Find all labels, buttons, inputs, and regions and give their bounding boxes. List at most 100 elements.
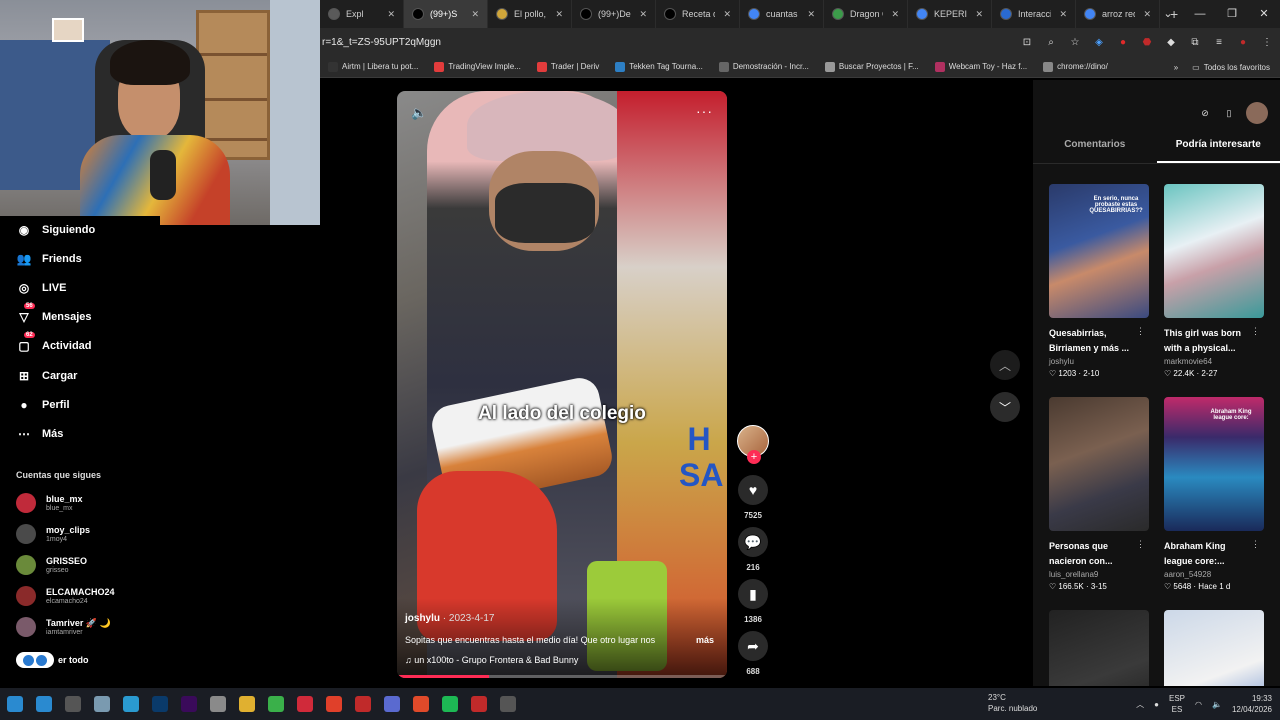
tab-close-icon[interactable]: ✕ (387, 9, 395, 20)
browser-tab[interactable]: Interacció ✕ (992, 0, 1076, 28)
following-account[interactable]: Tamriver 🚀 🌙 iamtamriver (16, 617, 111, 637)
card-menu-icon[interactable]: ⋮ (1136, 539, 1145, 550)
star-icon[interactable]: ☆ (1068, 37, 1082, 48)
bookmark-item[interactable]: TradingView Imple... (426, 61, 528, 72)
weather-widget[interactable]: 23°C Parc. nublado (988, 692, 1037, 714)
taskbar-app-icon[interactable] (203, 688, 232, 720)
tab-close-icon[interactable]: ✕ (471, 9, 479, 20)
heart-icon[interactable]: ♥ (738, 475, 768, 505)
menu-icon[interactable]: ⋮ (1260, 37, 1274, 48)
video-card[interactable]: Personas que nacieron con... ⋮ luis_orella… (1049, 397, 1149, 593)
taskbar-app-icon[interactable] (174, 688, 203, 720)
browser-tab[interactable]: arroz rede ✕ (1076, 0, 1160, 28)
taskbar-app-icon[interactable] (493, 688, 522, 720)
tab-close-icon[interactable]: ✕ (555, 9, 563, 20)
sidebar-item-siguiendo[interactable]: ◉ Siguiendo (16, 222, 95, 238)
bookmark-item[interactable]: Tekken Tag Tourna... (607, 61, 711, 72)
taskbar-app-icon[interactable] (261, 688, 290, 720)
zoom-icon[interactable]: ⌕ (1044, 37, 1058, 48)
all-bookmarks[interactable]: ▭ Todos los favoritos (1192, 63, 1270, 72)
taskbar-app-icon[interactable] (348, 688, 377, 720)
bookmark-item[interactable]: Trader | Deriv (529, 61, 607, 72)
tab-close-icon[interactable]: ✕ (1143, 9, 1151, 20)
video-thumbnail[interactable] (1049, 610, 1149, 686)
taskbar-app-icon[interactable] (406, 688, 435, 720)
card-menu-icon[interactable]: ⋮ (1251, 326, 1260, 337)
description-more-link[interactable]: más (696, 635, 714, 645)
extension-diamond-icon[interactable]: ◆ (1164, 37, 1178, 48)
wifi-icon[interactable]: ◠ (1195, 700, 1202, 709)
video-card[interactable] (1164, 610, 1264, 686)
video-music[interactable]: ♫ un x100to - Grupo Frontera & Bad Bunny (405, 655, 578, 665)
sidebar-item-perfil[interactable]: ● Perfil (16, 397, 69, 413)
browser-tab[interactable]: (99+)S ✕ (404, 0, 488, 28)
tray-app-icon[interactable]: ● (1154, 700, 1159, 709)
video-card[interactable] (1049, 610, 1149, 686)
card-menu-icon[interactable]: ⋮ (1136, 326, 1145, 337)
browser-tab[interactable]: Receta de ✕ (656, 0, 740, 28)
video-player[interactable]: H SA 🔈 ··· Al lado del colegio joshylu ·… (397, 91, 727, 678)
author-name[interactable]: joshylu (405, 613, 440, 624)
following-account[interactable]: blue_mx blue_mx (16, 493, 83, 513)
extension-red-icon[interactable]: ● (1116, 37, 1130, 48)
taskbar-app-icon[interactable] (29, 688, 58, 720)
sidebar-item-mensajes[interactable]: ▽ 56 Mensajes (16, 303, 92, 325)
dropdown-icon[interactable]: ⌄ (1152, 0, 1184, 28)
bookmark-icon[interactable]: ▮ (738, 579, 768, 609)
tab-close-icon[interactable]: ✕ (807, 9, 815, 20)
card-author[interactable]: joshylu (1049, 356, 1149, 368)
clock[interactable]: 19:33 12/04/2026 (1232, 693, 1272, 715)
bookmark-item[interactable]: Demostración - Incr... (711, 61, 817, 72)
share-icon[interactable]: ➦ (738, 631, 768, 661)
bookmark-item[interactable]: Webcam Toy - Haz f... (927, 61, 1035, 72)
browser-tab[interactable]: Dragon Ci ✕ (824, 0, 908, 28)
following-account[interactable]: moy_clips 1moy4 (16, 524, 90, 544)
taskbar-app-icon[interactable] (377, 688, 406, 720)
comment-button[interactable]: 💬 216 (737, 527, 769, 572)
video-progress-bar[interactable] (397, 675, 727, 678)
taskbar-app-icon[interactable] (116, 688, 145, 720)
video-more-icon[interactable]: ··· (696, 103, 713, 119)
like-button[interactable]: ♥ 7525 (737, 475, 769, 520)
card-menu-icon[interactable]: ⋮ (1251, 539, 1260, 550)
volume-tray-icon[interactable]: 🔈 (1212, 700, 1222, 709)
chevron-down-icon[interactable]: ﹀ (990, 392, 1020, 422)
tab-close-icon[interactable]: ✕ (975, 9, 983, 20)
phone-icon[interactable]: ▯ (1222, 106, 1236, 120)
sidebar-item-cargar[interactable]: ⊞ Cargar (16, 368, 78, 384)
tab-close-icon[interactable]: ✕ (1059, 9, 1067, 20)
translate-icon[interactable]: ⊡ (1020, 37, 1034, 48)
tab-close-icon[interactable]: ✕ (891, 9, 899, 20)
sidebar-item-friends[interactable]: 👥 Friends (16, 251, 82, 267)
browser-tab[interactable]: El pollo, re ✕ (488, 0, 572, 28)
tab-close-icon[interactable]: ✕ (723, 9, 731, 20)
creator-avatar[interactable]: + (737, 425, 769, 464)
video-card[interactable]: En serio, nunca probaste estas QUESABIRR… (1049, 184, 1149, 380)
comment-icon[interactable]: 💬 (738, 527, 768, 557)
browser-tab[interactable]: (99+)Del ✕ (572, 0, 656, 28)
video-card[interactable]: This girl was born with a physical... ⋮ ma… (1164, 184, 1264, 380)
close-window-icon[interactable]: ✕ (1248, 0, 1280, 28)
language-indicator[interactable]: ESP ES (1169, 693, 1185, 715)
extensions-puzzle-icon[interactable]: ⧉ (1188, 37, 1202, 48)
video-card[interactable]: Abraham King league core: Abraham King le… (1164, 397, 1264, 593)
card-author[interactable]: aaron_54928 (1164, 569, 1264, 581)
profile-icon[interactable]: ● (1236, 37, 1250, 48)
browser-tab[interactable]: cuantas pe ✕ (740, 0, 824, 28)
volume-icon[interactable]: 🔈 (411, 105, 427, 121)
bookmark-item[interactable]: Buscar Proyectos | F... (817, 61, 927, 72)
following-account[interactable]: GRISSEO grisseo (16, 555, 87, 575)
see-all-button[interactable]: er todo (16, 652, 89, 668)
taskbar-app-icon[interactable] (58, 688, 87, 720)
browser-tab[interactable]: KEPERI - E ✕ (908, 0, 992, 28)
taskbar-app-icon[interactable] (290, 688, 319, 720)
extension-icon[interactable]: ◈ (1092, 37, 1106, 48)
video-thumbnail[interactable] (1164, 184, 1264, 318)
chevron-up-icon[interactable]: ︿ (990, 350, 1020, 380)
tab-close-icon[interactable]: ✕ (639, 9, 647, 20)
card-author[interactable]: markmovie64 (1164, 356, 1264, 368)
save-button[interactable]: ▮ 1386 (737, 579, 769, 624)
tab-comments[interactable]: Comentarios (1033, 138, 1157, 163)
taskbar-app-icon[interactable] (435, 688, 464, 720)
video-thumbnail[interactable] (1049, 397, 1149, 531)
